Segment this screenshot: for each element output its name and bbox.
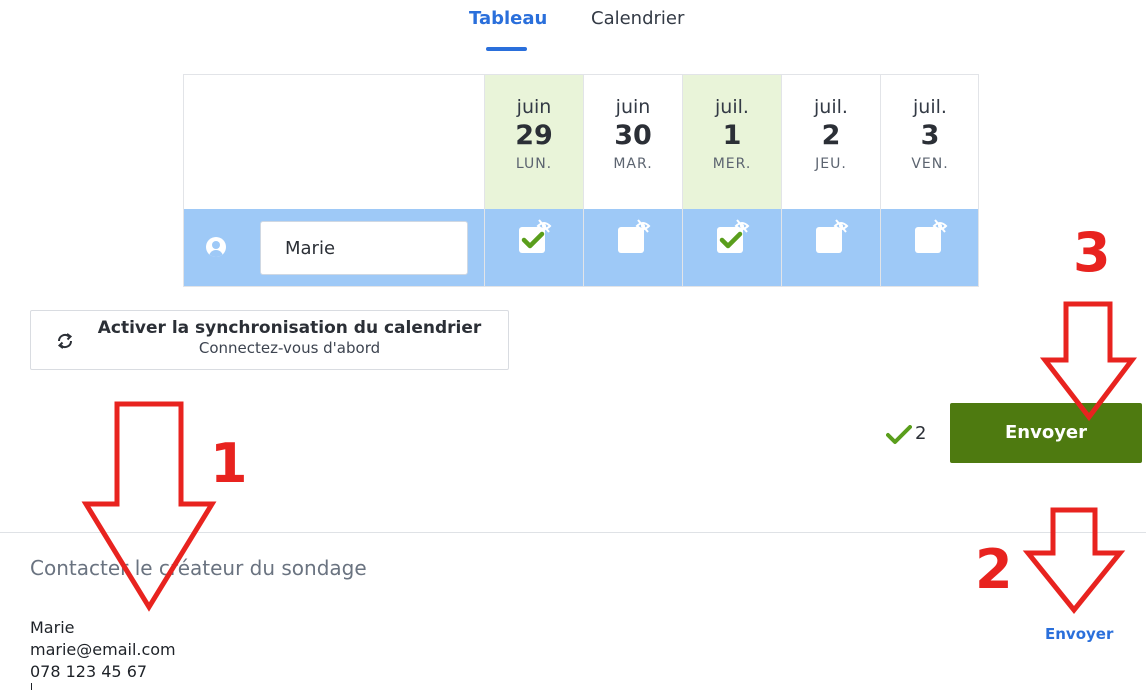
- annotation-label-1: 1: [210, 432, 248, 495]
- annotation-arrow-3: [1039, 301, 1138, 422]
- annotation-label-3: 3: [1073, 221, 1111, 284]
- annotation-arrow-1: [81, 401, 217, 612]
- annotation-arrow-2: [1022, 507, 1126, 614]
- annotation-label-2: 2: [975, 538, 1013, 601]
